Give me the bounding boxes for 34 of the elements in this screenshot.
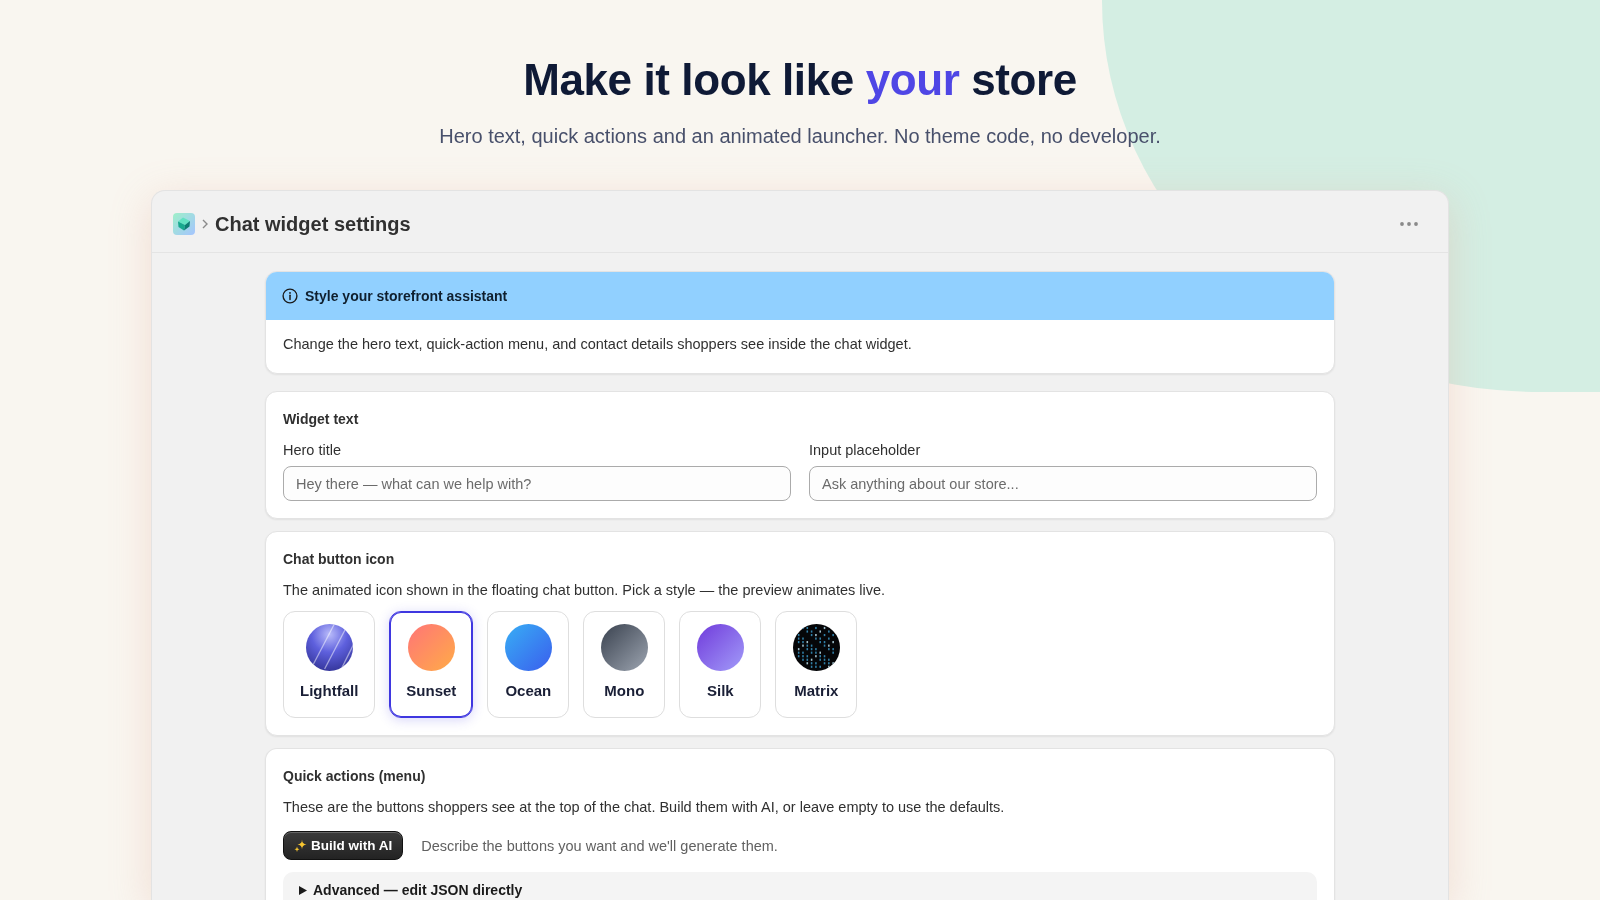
page-title: Make it look like your store bbox=[523, 54, 1077, 106]
striped-orb-icon bbox=[305, 624, 353, 671]
chevron-icon bbox=[201, 218, 209, 229]
hint-text: Describe the buttons you want and we'll generate them. bbox=[421, 836, 778, 856]
gradient-orb-icon bbox=[504, 624, 552, 671]
build-ai-button[interactable]: Build with AI bbox=[283, 831, 404, 860]
logo-icon bbox=[173, 212, 195, 235]
sparkle-icon bbox=[294, 839, 307, 852]
page-subtitle: Hero text, quick actions and an animated launcher. No theme code, no developer. bbox=[439, 124, 1161, 149]
card-title: Widget text bbox=[283, 410, 359, 429]
more-icon[interactable] bbox=[1400, 221, 1418, 226]
card-description: The animated icon shown in the floating chat button. Pick a style — the preview animates live. bbox=[283, 581, 886, 600]
gradient-orb-icon bbox=[407, 624, 455, 671]
icon-option[interactable]: Mono bbox=[583, 611, 666, 718]
code-rain-orb-icon bbox=[792, 624, 840, 671]
card-title: Quick actions (menu) bbox=[283, 767, 426, 786]
icon-option[interactable]: Sunset bbox=[389, 611, 474, 718]
icon-option[interactable]: Ocean bbox=[487, 611, 570, 718]
card-description: These are the buttons shoppers see at the top of the chat. Build them with AI, or leave empty to use the defaults. bbox=[283, 798, 1005, 817]
icon-option[interactable]: Matrix bbox=[775, 611, 858, 718]
window-title: Chat widget settings bbox=[215, 211, 411, 236]
icon-option[interactable]: Silk bbox=[679, 611, 762, 718]
icon-option[interactable]: Lightfall bbox=[283, 611, 376, 718]
card-title: Chat button icon bbox=[283, 550, 395, 569]
input-field[interactable]: Ask anything about our store... bbox=[809, 466, 1317, 501]
gradient-orb-icon bbox=[600, 624, 648, 671]
banner-title: Style your storefront assistant bbox=[305, 287, 508, 306]
field-label: Hero title bbox=[283, 441, 342, 460]
input-field[interactable]: Hey there — what can we help with? bbox=[283, 466, 791, 501]
gradient-orb-icon bbox=[696, 624, 744, 671]
banner-text: Change the hero text, quick-action menu, and contact details shoppers see inside the chat widget. bbox=[283, 335, 912, 354]
advanced-toggle[interactable]: Advanced — edit JSON directly bbox=[299, 881, 523, 899]
field-label: Input placeholder bbox=[809, 441, 921, 460]
info-icon bbox=[282, 288, 298, 304]
